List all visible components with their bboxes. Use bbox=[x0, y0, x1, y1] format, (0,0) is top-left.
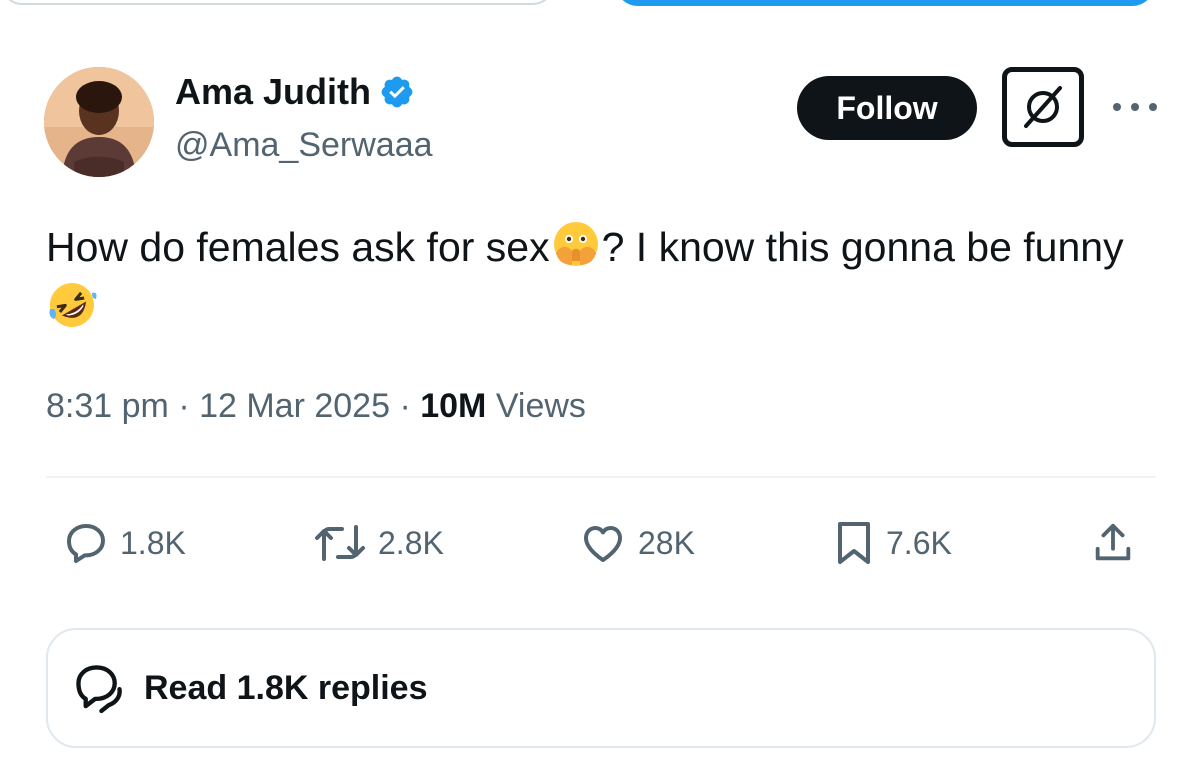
divider bbox=[46, 476, 1156, 478]
meta-separator: · bbox=[178, 387, 190, 425]
like-count: 28K bbox=[638, 524, 695, 561]
avatar[interactable] bbox=[44, 67, 154, 177]
verified-badge-icon bbox=[379, 74, 415, 110]
follow-button[interactable]: Follow bbox=[797, 76, 977, 140]
grok-icon bbox=[1024, 86, 1062, 128]
reply-button[interactable]: 1.8K bbox=[62, 518, 186, 568]
grok-button[interactable] bbox=[1002, 67, 1084, 147]
rolling-laughing-emoji-icon bbox=[46, 279, 98, 331]
read-replies-label: Read 1.8K replies bbox=[144, 668, 428, 707]
author-handle[interactable]: @Ama_Serwaaa bbox=[175, 124, 433, 166]
reply-count: 1.8K bbox=[120, 524, 186, 561]
tweet-meta: 8:31 pm · 12 Mar 2025 · 10M Views bbox=[46, 384, 586, 428]
top-primary-button[interactable] bbox=[615, 0, 1155, 6]
replies-bubble-icon bbox=[76, 665, 122, 714]
like-button[interactable]: 28K bbox=[578, 518, 695, 568]
tweet-text-part1: How do females ask for sex bbox=[46, 224, 550, 270]
more-dot bbox=[1149, 103, 1157, 111]
tweet-date[interactable]: 12 Mar 2025 bbox=[199, 387, 390, 425]
tweet-text-part2: ? I know this gonna be funny bbox=[601, 224, 1124, 270]
avatar-photo bbox=[44, 67, 154, 177]
tweet-time[interactable]: 8:31 pm bbox=[46, 387, 169, 425]
meta-separator: · bbox=[399, 387, 411, 425]
repost-icon bbox=[315, 525, 365, 561]
top-outline-button[interactable] bbox=[0, 0, 555, 5]
reply-icon bbox=[67, 524, 105, 563]
more-dot bbox=[1113, 103, 1121, 111]
share-icon bbox=[1095, 523, 1131, 561]
more-options-icon[interactable] bbox=[1113, 95, 1157, 119]
more-dot bbox=[1131, 103, 1139, 111]
bookmark-icon bbox=[838, 522, 870, 564]
bookmark-count: 7.6K bbox=[886, 524, 952, 561]
views-count: 10M bbox=[420, 387, 487, 425]
bookmark-button[interactable]: 7.6K bbox=[832, 518, 952, 568]
share-button[interactable] bbox=[1090, 518, 1136, 568]
heart-icon bbox=[584, 526, 622, 562]
author-name-row[interactable]: Ama Judith bbox=[175, 70, 415, 114]
read-replies-button[interactable]: Read 1.8K replies bbox=[46, 628, 1156, 748]
author-display-name[interactable]: Ama Judith bbox=[175, 70, 371, 114]
repost-count: 2.8K bbox=[378, 524, 444, 561]
face-hand-over-mouth-emoji-icon bbox=[550, 217, 602, 269]
views-label: Views bbox=[495, 387, 586, 425]
tweet-text: How do females ask for sex ? I know this… bbox=[46, 216, 1156, 340]
repost-button[interactable]: 2.8K bbox=[312, 518, 444, 568]
tweet-detail-screen: Ama Judith @Ama_Serwaaa Follow How do fe… bbox=[0, 0, 1200, 763]
